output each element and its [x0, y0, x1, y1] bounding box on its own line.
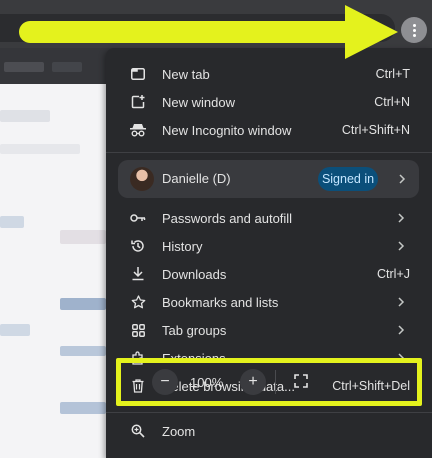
menu-item-passwords[interactable]: Passwords and autofill: [106, 204, 432, 232]
new-tab-icon: [130, 66, 146, 82]
new-tab-label: New tab: [162, 66, 210, 82]
chevron-right-icon: [398, 297, 405, 307]
menu-item-tab-groups[interactable]: Tab groups: [106, 316, 432, 344]
annotation-highlight-box: [116, 358, 422, 406]
key-icon: [130, 210, 146, 226]
profile-name: Danielle (D): [162, 171, 231, 186]
menu-divider: [106, 152, 432, 153]
avatar: [130, 167, 154, 191]
profile-row[interactable]: Danielle (D) Signed in: [118, 160, 419, 198]
history-icon: [130, 238, 146, 254]
incognito-icon: [130, 122, 146, 138]
menu-item-new-tab[interactable]: New tab Ctrl+T: [106, 60, 432, 88]
new-incognito-shortcut: Ctrl+Shift+N: [341, 123, 410, 137]
menu-divider: [106, 412, 432, 413]
new-window-icon: [130, 94, 146, 110]
downloads-label: Downloads: [162, 266, 227, 282]
page-content-blurred: [0, 84, 106, 458]
bookmarks-label: Bookmarks and lists: [162, 294, 279, 310]
menu-item-new-window[interactable]: New window Ctrl+N: [106, 88, 432, 116]
signed-in-badge[interactable]: Signed in: [318, 167, 378, 191]
menu-item-zoom: Zoom: [106, 417, 432, 445]
tab-groups-icon: [130, 322, 146, 338]
menu-item-history[interactable]: History: [106, 232, 432, 260]
zoom-icon: [130, 423, 146, 439]
download-icon: [130, 266, 146, 282]
passwords-label: Passwords and autofill: [162, 210, 293, 226]
new-incognito-label: New Incognito window: [162, 122, 292, 138]
new-tab-shortcut: Ctrl+T: [375, 67, 410, 81]
history-label: History: [162, 238, 203, 254]
star-icon: [130, 294, 146, 310]
tab-groups-label: Tab groups: [162, 322, 227, 338]
new-window-label: New window: [162, 94, 235, 110]
menu-item-bookmarks[interactable]: Bookmarks and lists: [106, 288, 432, 316]
downloads-shortcut: Ctrl+J: [377, 267, 410, 281]
annotation-arrow: [19, 5, 398, 59]
new-window-shortcut: Ctrl+N: [374, 95, 410, 109]
zoom-label: Zoom: [162, 423, 196, 439]
chevron-right-icon: [398, 213, 405, 223]
chevron-right-icon: [399, 174, 406, 184]
menu-item-new-incognito[interactable]: New Incognito window Ctrl+Shift+N: [106, 116, 432, 144]
chevron-right-icon: [398, 325, 405, 335]
chevron-right-icon: [398, 241, 405, 251]
menu-item-downloads[interactable]: Downloads Ctrl+J: [106, 260, 432, 288]
